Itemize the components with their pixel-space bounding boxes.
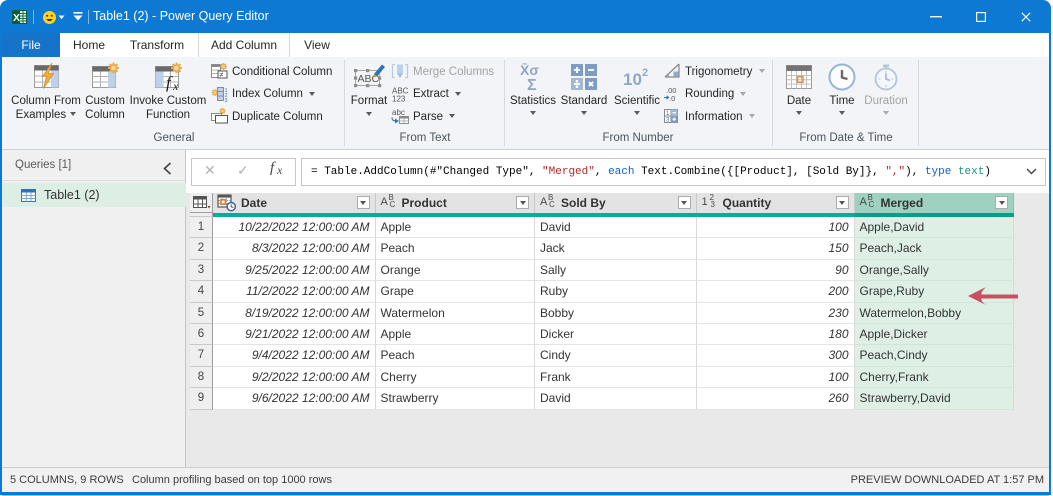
svg-text:≠: ≠ (220, 72, 224, 79)
svg-text:3: 3 (225, 98, 228, 102)
svg-text:X: X (13, 12, 20, 24)
svg-text:123: 123 (392, 94, 406, 102)
svg-text:X̄σ: X̄σ (520, 62, 539, 78)
svg-text:abc: abc (392, 108, 405, 117)
svg-text:x: x (172, 79, 179, 92)
svg-text:10: 10 (623, 70, 642, 89)
svg-text:2: 2 (642, 67, 648, 79)
svg-text:.0: .0 (669, 94, 675, 102)
svg-text:Σ: Σ (527, 77, 537, 92)
